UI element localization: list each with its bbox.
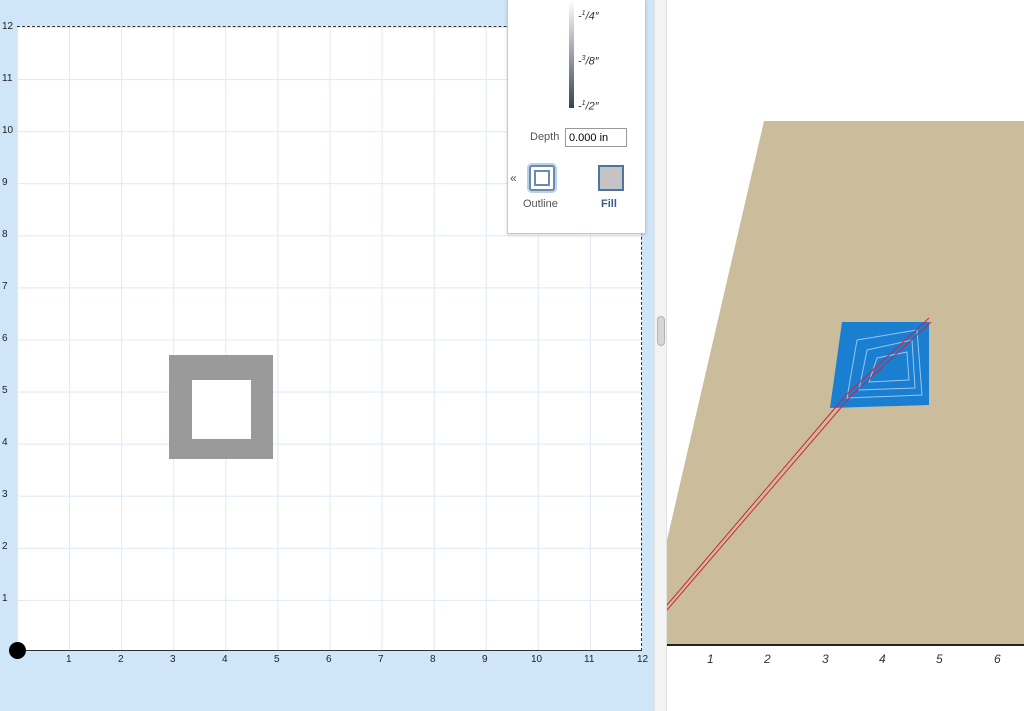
preview-x-tick: 3 <box>822 652 829 666</box>
depth-input[interactable] <box>565 128 627 147</box>
depth-tick: -3/8″ <box>578 55 599 68</box>
y-tick: 9 <box>2 177 8 188</box>
depth-label: Depth <box>530 131 560 143</box>
pane-divider[interactable] <box>654 0 667 711</box>
shape-hole <box>192 380 251 439</box>
y-tick: 11 <box>2 73 13 84</box>
outline-square-icon <box>534 170 550 186</box>
square-outline-shape[interactable] <box>169 355 273 459</box>
3d-preview-canvas[interactable]: 1 2 3 4 5 6 <box>667 0 1024 711</box>
x-tick: 11 <box>584 654 595 665</box>
x-tick: 7 <box>378 654 384 665</box>
y-tick: 10 <box>2 125 14 136</box>
depth-tick: -1/4″ <box>578 10 599 23</box>
x-tick: 12 <box>637 654 649 665</box>
y-tick: 3 <box>2 489 8 500</box>
outline-label[interactable]: Outline <box>523 198 558 210</box>
y-tick: 6 <box>2 333 8 344</box>
fill-mode-button[interactable] <box>598 165 624 191</box>
fill-label[interactable]: Fill <box>601 198 617 210</box>
y-tick: 4 <box>2 437 8 448</box>
x-tick: 2 <box>118 654 124 665</box>
x-tick: 4 <box>222 654 228 665</box>
y-tick: 2 <box>2 541 8 552</box>
3d-preview-pane[interactable]: 1 2 3 4 5 6 <box>667 0 1024 711</box>
x-tick: 10 <box>531 654 543 665</box>
x-tick: 1 <box>66 654 72 665</box>
preview-x-tick: 6 <box>994 652 1001 666</box>
preview-x-tick: 5 <box>936 652 943 666</box>
preview-x-tick: 2 <box>763 652 771 666</box>
preview-x-tick: 4 <box>879 652 886 666</box>
depth-scale-bar[interactable] <box>569 0 574 108</box>
depth-tick: -1/2″ <box>578 100 599 113</box>
x-tick: 5 <box>274 654 280 665</box>
design-pane: 12 11 10 9 8 7 6 5 4 3 2 1 1 2 3 4 5 6 7… <box>0 0 654 711</box>
x-tick: 6 <box>326 654 332 665</box>
divider-handle[interactable] <box>657 316 665 346</box>
y-tick: 8 <box>2 229 8 240</box>
x-tick: 3 <box>170 654 176 665</box>
x-tick: 9 <box>482 654 488 665</box>
y-tick: 1 <box>2 593 8 604</box>
origin-marker[interactable] <box>9 642 26 659</box>
collapse-icon[interactable]: « <box>510 171 517 185</box>
y-tick: 5 <box>2 385 8 396</box>
outline-mode-button[interactable] <box>529 165 555 191</box>
y-tick: 7 <box>2 281 8 292</box>
carved-pocket <box>830 322 929 408</box>
preview-x-tick: 1 <box>707 652 714 666</box>
depth-panel: -1/4″ -3/8″ -1/2″ Depth « Outline Fill <box>507 0 646 234</box>
y-tick: 12 <box>2 21 14 32</box>
x-tick: 8 <box>430 654 436 665</box>
